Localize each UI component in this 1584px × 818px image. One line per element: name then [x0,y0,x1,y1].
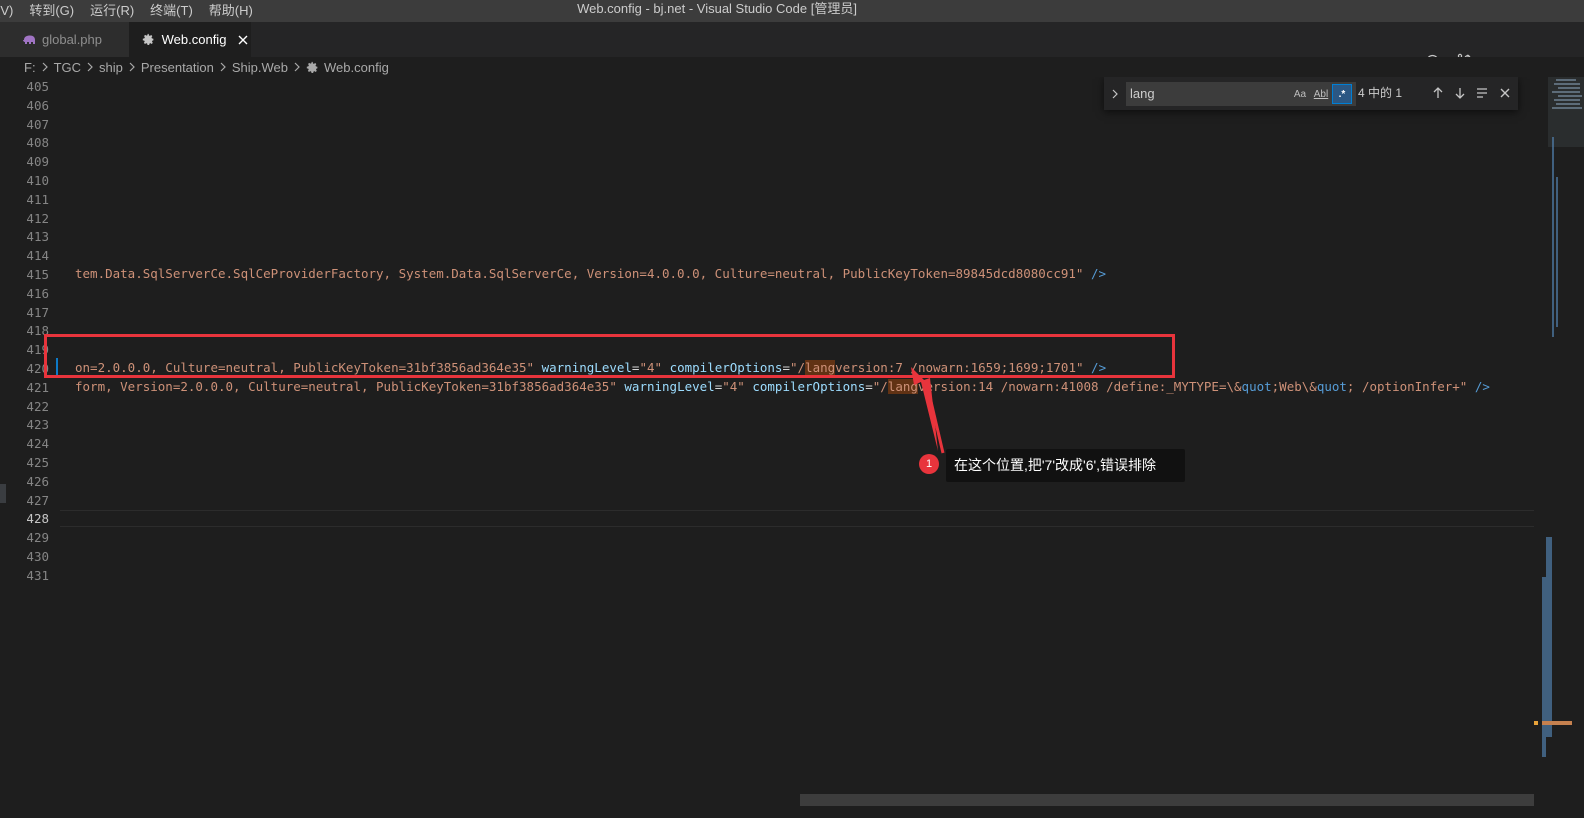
line-number: 405 [26,79,49,94]
line-number-gutter: 405 406 407 408 409 410 411 412 413 414 415 416 417 4… [0,77,60,818]
code-line-415: tem.Data.SqlServerCe.SqlCeProviderFactor… [75,266,1107,281]
line-number: 430 [26,549,49,564]
tab-web-config[interactable]: Web.config [129,22,251,57]
match-count: 4 中的 1 [1358,86,1403,100]
chevron-right-icon [219,62,227,72]
title-bar: (V) 转到(G) 运行(R) 终端(T) 帮助(H) Web.config -… [0,0,1584,22]
line-number: 423 [26,417,49,433]
find-widget: lang Aa Abl .* 4 中的 1 [1104,77,1518,110]
line-number: 420 [26,361,49,376]
line-number: 406 [26,97,49,113]
code-editor[interactable]: 405 406 407 408 409 410 411 412 413 414 415 416 417 4… [0,77,1584,818]
match-case-toggle[interactable]: Aa [1290,84,1310,104]
line-number: 417 [26,304,49,320]
line-number: 414 [26,248,49,264]
close-icon[interactable] [1495,83,1515,103]
window-title: Web.config - bj.net - Visual Studio Code… [577,1,857,16]
breadcrumb-file[interactable]: Web.config [324,60,389,75]
annotation-arrow [911,367,945,454]
annotation-number-badge: 1 [919,454,939,474]
line-number: 422 [26,398,49,414]
regex-toggle[interactable]: .* [1332,84,1352,104]
chevron-right-icon [41,62,49,72]
whole-word-toggle[interactable]: Abl [1311,84,1331,104]
tab-bar: global.php Web.config [0,22,1584,69]
bottom-area [0,806,1584,818]
line-number: 409 [26,154,49,170]
line-number: 410 [26,173,49,188]
line-number: 415 [26,267,49,282]
line-number: 408 [26,135,49,151]
breadcrumb-ship-web[interactable]: Ship.Web [232,60,288,75]
tab-global-php[interactable]: global.php [0,22,129,57]
tab-label: global.php [42,32,102,47]
find-in-selection-icon[interactable] [1472,83,1492,103]
line-number: 412 [26,210,49,226]
line-number: 416 [26,285,49,301]
php-elephant-icon [22,33,36,47]
tab-label: Web.config [161,32,227,47]
breadcrumb-ship[interactable]: ship [99,60,123,75]
line-number: 424 [26,436,49,452]
line-number: 429 [26,530,49,546]
line-number: 427 [26,492,49,508]
breadcrumb-drive[interactable]: F: [24,60,36,75]
current-line-highlight [60,510,1534,527]
line-number: 426 [26,473,49,489]
previous-match-button[interactable] [1428,83,1448,103]
gear-icon [142,33,156,47]
line-number: 411 [26,191,49,207]
next-match-button[interactable] [1450,83,1470,103]
code-line-421: form, Version=2.0.0.0, Culture=neutral, … [75,379,1490,394]
line-number: 421 [26,379,49,395]
minimap[interactable] [1534,77,1584,818]
chevron-right-icon [128,62,136,72]
line-number: 419 [26,342,49,358]
breadcrumb-presentation[interactable]: Presentation [141,60,214,75]
chevron-right-icon [86,62,94,72]
line-number: 431 [26,567,49,583]
line-number: 428 [26,511,49,527]
gear-icon [306,61,319,74]
breadcrumb: F: TGC ship Presentation Ship.Web Web.co… [0,57,1584,77]
horizontal-scrollbar[interactable] [800,794,1534,806]
annotation-highlight-box [44,334,1175,378]
chevron-right-icon [293,62,301,72]
search-match: lang [887,379,918,394]
breadcrumb-tgc[interactable]: TGC [54,60,81,75]
line-number: 413 [26,229,49,245]
close-icon[interactable] [235,32,251,48]
line-number: 425 [26,455,49,470]
toggle-replace-button[interactable] [1104,77,1126,110]
annotation-callout: 在这个位置,把'7'改成'6',错误排除 [946,449,1185,482]
line-number: 407 [26,116,49,132]
line-number: 418 [26,323,49,339]
